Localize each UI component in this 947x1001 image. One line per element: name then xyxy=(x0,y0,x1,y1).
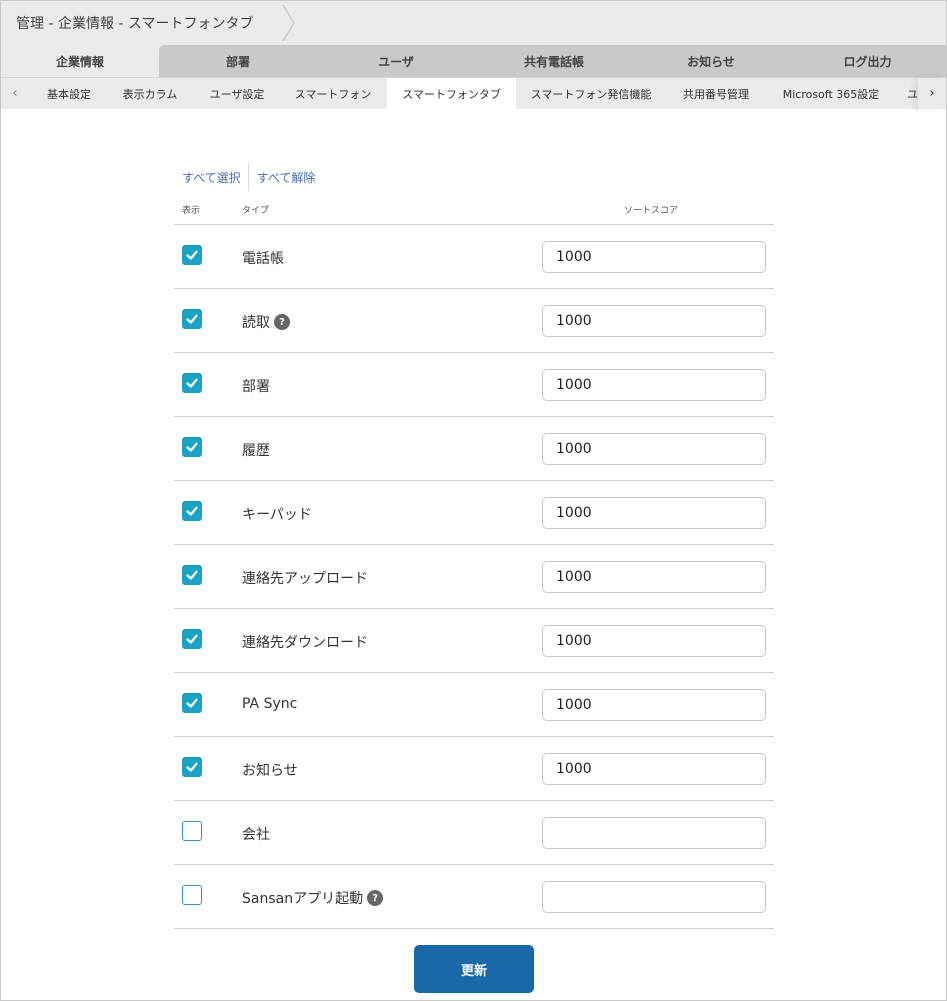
table-row: 部署 xyxy=(174,353,774,417)
row-type-text: 電話帳 xyxy=(242,251,284,267)
subtab-smartphone[interactable]: スマートフォン xyxy=(285,78,381,109)
sort-score-input[interactable] xyxy=(542,817,766,849)
checkmark-icon xyxy=(186,250,198,260)
sort-score-input[interactable] xyxy=(542,241,766,273)
sub-tabs-prev-icon[interactable]: ‹ xyxy=(1,78,29,109)
subtab-smartphone-tab[interactable]: スマートフォンタブ xyxy=(387,78,516,110)
row-type-text: お知らせ xyxy=(242,763,298,779)
column-header-show: 表示 xyxy=(182,206,201,216)
row-type-label: 連絡先アップロード xyxy=(242,568,368,588)
table-row: 連絡先アップロード xyxy=(174,545,774,609)
tab-department[interactable]: 部署 xyxy=(159,45,317,77)
sort-score-input[interactable] xyxy=(542,881,766,913)
app-window: 管理 - 企業情報 - スマートフォンタブ 企業情報 部署 ユーザ 共有電話帳 … xyxy=(0,0,947,1001)
row-type-text: Sansanアプリ起動 xyxy=(242,891,364,907)
table-row: お知らせ xyxy=(174,737,774,801)
checkmark-icon xyxy=(186,314,198,324)
breadcrumb-bar: 管理 - 企業情報 - スマートフォンタブ xyxy=(1,1,946,45)
sort-score-input[interactable] xyxy=(542,497,766,529)
tab-users[interactable]: ユーザ xyxy=(317,45,475,77)
tab-shared-phonebook[interactable]: 共有電話帳 xyxy=(475,45,633,77)
deselect-all-link[interactable]: すべて解除 xyxy=(257,169,316,186)
select-links: すべて選択 すべて解除 xyxy=(182,163,315,191)
table-row: 連絡先ダウンロード xyxy=(174,609,774,673)
table-row: 履歴 xyxy=(174,417,774,481)
row-type-label: 部署 xyxy=(242,376,270,396)
subtab-microsoft365-settings[interactable]: Microsoft 365設定 xyxy=(771,78,891,109)
checkmark-icon xyxy=(186,634,198,644)
help-icon[interactable]: ? xyxy=(274,314,290,330)
checkmark-icon xyxy=(186,506,198,516)
sort-score-input[interactable] xyxy=(542,369,766,401)
tab-company-info[interactable]: 企業情報 xyxy=(1,45,159,77)
show-checkbox[interactable] xyxy=(182,565,202,585)
row-type-label: 連絡先ダウンロード xyxy=(242,632,368,652)
row-type-text: 読取 xyxy=(242,315,270,331)
show-checkbox[interactable] xyxy=(182,245,202,265)
table-row: 電話帳 xyxy=(174,225,774,289)
row-type-text: 部署 xyxy=(242,379,270,395)
show-checkbox[interactable] xyxy=(182,309,202,329)
row-type-text: 履歴 xyxy=(242,443,270,459)
table-header: 表示 タイプ ソートスコア xyxy=(174,199,774,225)
update-button[interactable]: 更新 xyxy=(414,945,534,993)
row-type-label: Sansanアプリ起動? xyxy=(242,888,384,908)
subtab-shared-number-management[interactable]: 共用番号管理 xyxy=(671,78,761,109)
sort-score-input[interactable] xyxy=(542,305,766,337)
show-checkbox[interactable] xyxy=(182,501,202,521)
tab-log-output[interactable]: ログ出力 xyxy=(789,45,946,77)
show-checkbox[interactable] xyxy=(182,821,202,841)
help-icon[interactable]: ? xyxy=(367,890,384,906)
table-row: Sansanアプリ起動? xyxy=(174,865,774,929)
table-row: キーパッド xyxy=(174,481,774,545)
link-divider xyxy=(247,163,249,191)
show-checkbox[interactable] xyxy=(182,885,202,905)
row-type-label: 読取? xyxy=(242,312,290,332)
sub-tabs-next-icon[interactable]: › xyxy=(918,78,946,109)
row-type-label: キーパッド xyxy=(242,504,312,524)
column-header-type: タイプ xyxy=(242,206,270,216)
main-tabs: 企業情報 部署 ユーザ 共有電話帳 お知らせ ログ出力 xyxy=(1,45,946,77)
table-row: 会社 xyxy=(174,801,774,865)
show-checkbox[interactable] xyxy=(182,757,202,777)
subtab-smartphone-calling[interactable]: スマートフォン発信機能 xyxy=(523,78,659,109)
breadcrumb: 管理 - 企業情報 - スマートフォンタブ xyxy=(16,16,254,32)
show-checkbox[interactable] xyxy=(182,437,202,457)
row-type-text: キーパッド xyxy=(242,507,312,523)
row-type-label: お知らせ xyxy=(242,760,298,780)
sort-score-input[interactable] xyxy=(542,561,766,593)
show-checkbox[interactable] xyxy=(182,693,202,713)
checkmark-icon xyxy=(186,378,198,388)
sort-score-input[interactable] xyxy=(542,433,766,465)
sort-score-input[interactable] xyxy=(542,689,766,721)
checkmark-icon xyxy=(186,570,198,580)
tab-notices[interactable]: お知らせ xyxy=(633,45,789,77)
table-row: PA Sync xyxy=(174,673,774,737)
checkmark-icon xyxy=(186,698,198,708)
row-type-text: 連絡先ダウンロード xyxy=(242,635,368,651)
row-type-text: PA Sync xyxy=(242,696,298,712)
checkmark-icon xyxy=(186,442,198,452)
sub-tabs: ‹ 基本設定 表示カラム ユーザ設定 スマートフォン スマートフォンタブ スマー… xyxy=(1,77,946,110)
sort-score-input[interactable] xyxy=(542,753,766,785)
row-type-text: 会社 xyxy=(242,827,270,843)
row-type-text: 連絡先アップロード xyxy=(242,571,368,587)
subtab-display-columns[interactable]: 表示カラム xyxy=(110,78,190,109)
subtab-user-settings[interactable]: ユーザ設定 xyxy=(199,78,275,109)
breadcrumb-chevron-icon xyxy=(282,4,295,42)
column-header-sort-score: ソートスコア xyxy=(624,206,679,216)
show-checkbox[interactable] xyxy=(182,373,202,393)
sort-score-input[interactable] xyxy=(542,625,766,657)
row-type-label: PA Sync xyxy=(242,696,297,712)
row-type-label: 履歴 xyxy=(242,440,270,460)
table-row: 読取? xyxy=(174,289,774,353)
show-checkbox[interactable] xyxy=(182,629,202,649)
subtab-basic-settings[interactable]: 基本設定 xyxy=(33,78,105,109)
checkmark-icon xyxy=(186,762,198,772)
select-all-link[interactable]: すべて選択 xyxy=(182,169,241,186)
row-type-label: 電話帳 xyxy=(242,248,284,268)
row-type-label: 会社 xyxy=(242,824,270,844)
